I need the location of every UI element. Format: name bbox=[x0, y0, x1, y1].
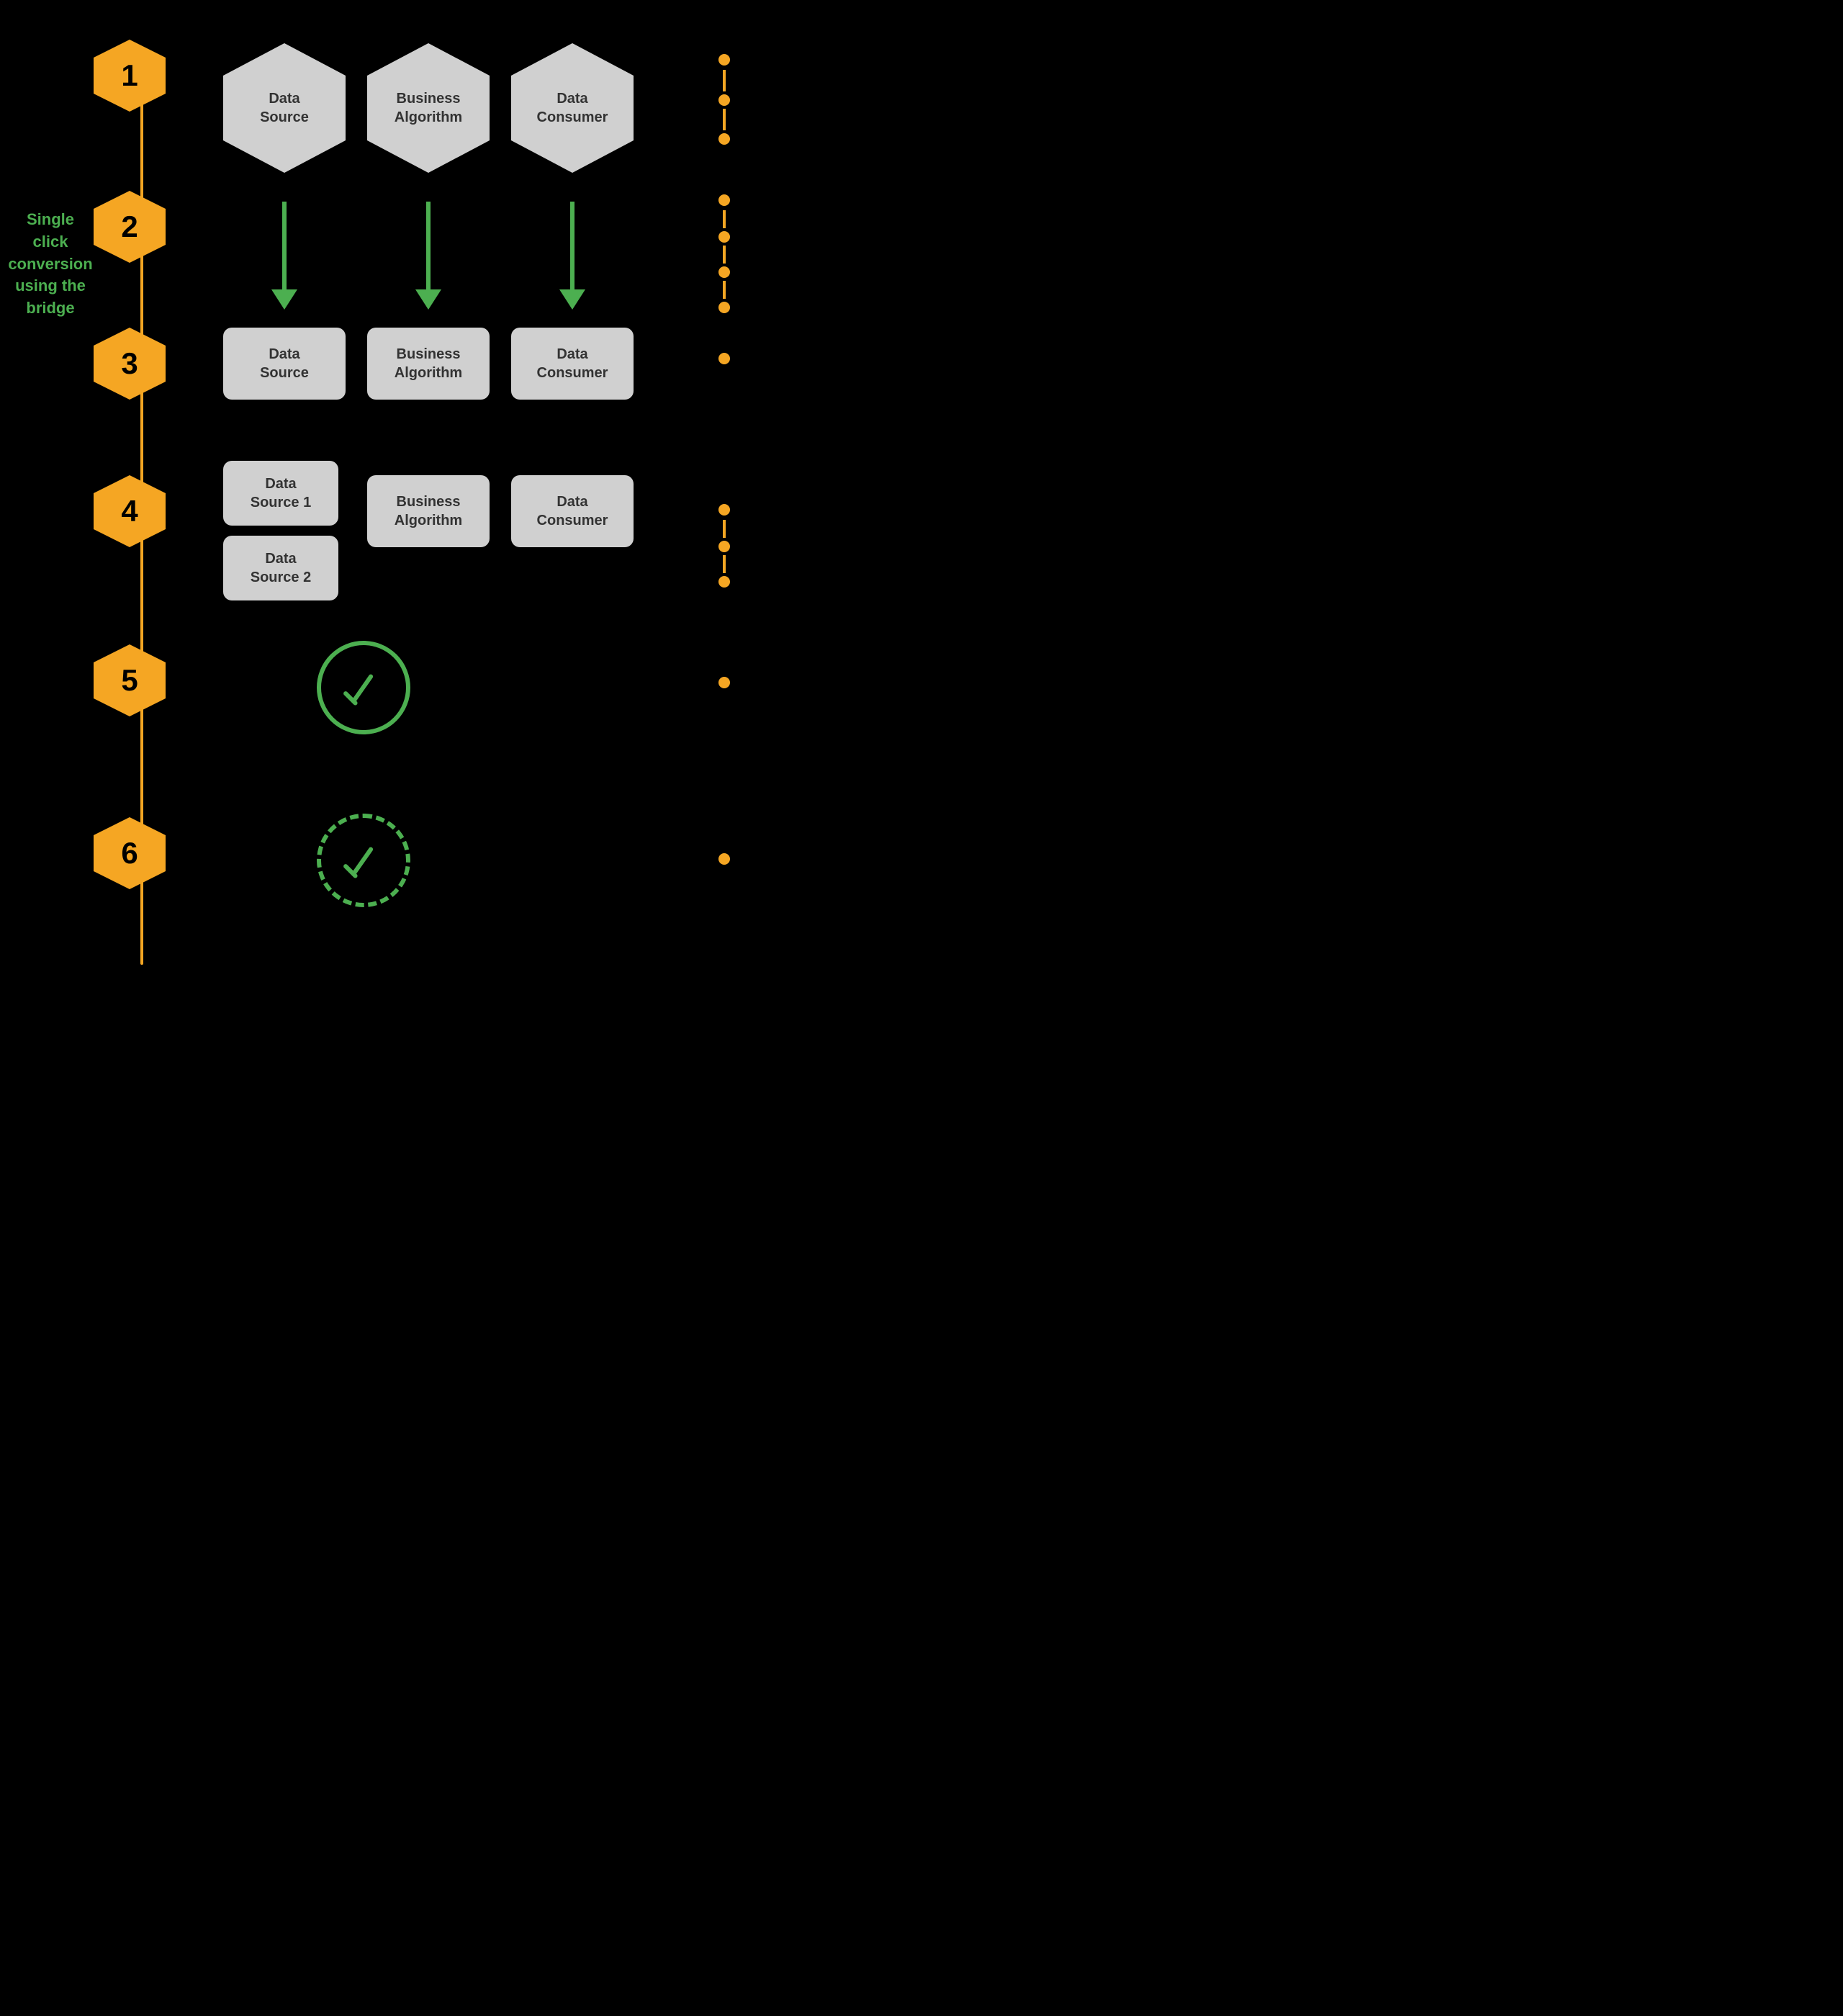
row4-right: BusinessAlgorithm DataConsumer bbox=[367, 475, 634, 547]
rect-business-algorithm: BusinessAlgorithm bbox=[367, 328, 490, 400]
step-3: 3 bbox=[94, 328, 166, 400]
hex-2: 2 bbox=[94, 191, 166, 263]
rect-data-consumer-4-label: DataConsumer bbox=[537, 492, 608, 530]
rect-business-algorithm-4-label: BusinessAlgorithm bbox=[395, 492, 462, 530]
arrow-shaft-2 bbox=[426, 202, 431, 289]
rdot-2d bbox=[718, 302, 730, 313]
step-6: 6 bbox=[94, 817, 166, 889]
hex-5: 5 bbox=[94, 644, 166, 716]
rdot-2a bbox=[718, 194, 730, 206]
right-dots-6 bbox=[717, 853, 731, 865]
right-dots-1 bbox=[717, 54, 731, 148]
arrow-head-1 bbox=[271, 289, 297, 310]
right-dots-4 bbox=[717, 504, 731, 590]
rdot-2c bbox=[718, 266, 730, 278]
rline-2c bbox=[723, 281, 726, 299]
rline-1a bbox=[723, 70, 726, 91]
step-1-number: 1 bbox=[121, 58, 138, 93]
rline-2b bbox=[723, 246, 726, 264]
rdot-1c bbox=[718, 133, 730, 145]
rect-data-consumer-4: DataConsumer bbox=[511, 475, 634, 547]
rline-2a bbox=[723, 210, 726, 228]
step-4-number: 4 bbox=[121, 494, 138, 528]
hex-data-consumer: DataConsumer bbox=[511, 43, 634, 173]
rect-data-source-2: DataSource 2 bbox=[223, 536, 338, 600]
hex-business-algorithm: BusinessAlgorithm bbox=[367, 43, 490, 173]
rdot-5a bbox=[718, 677, 730, 688]
side-label-line2: conversion bbox=[8, 255, 92, 273]
check-circle-5 bbox=[317, 641, 410, 734]
rdot-4a bbox=[718, 504, 730, 516]
step-3-number: 3 bbox=[121, 346, 138, 381]
arrow-2 bbox=[415, 202, 441, 310]
row1-hex-area: DataSource BusinessAlgorithm DataConsume… bbox=[223, 43, 677, 173]
arrow-col-2 bbox=[367, 202, 490, 310]
hex-data-consumer-label: DataConsumer bbox=[537, 89, 608, 127]
rline-1b bbox=[723, 109, 726, 130]
row5-check-area bbox=[317, 641, 410, 734]
side-label-line1: Single click bbox=[27, 210, 74, 251]
hex-4: 4 bbox=[94, 475, 166, 547]
rline-4a bbox=[723, 520, 726, 538]
rect-business-algorithm-label: BusinessAlgorithm bbox=[395, 345, 462, 382]
side-label: Single click conversion using the bridge bbox=[7, 209, 94, 320]
arrow-col-1 bbox=[223, 202, 346, 310]
arrow-col-3 bbox=[511, 202, 634, 310]
arrow-1 bbox=[271, 202, 297, 310]
rect-data-consumer-label: DataConsumer bbox=[537, 345, 608, 382]
hex-data-source-label: DataSource bbox=[260, 89, 309, 127]
arrow-head-3 bbox=[559, 289, 585, 310]
arrow-head-2 bbox=[415, 289, 441, 310]
rect-data-source-1-label: DataSource 1 bbox=[251, 474, 311, 512]
rdot-6a bbox=[718, 853, 730, 865]
rline-4b bbox=[723, 555, 726, 573]
rdot-4c bbox=[718, 576, 730, 588]
step-1: 1 bbox=[94, 40, 166, 112]
hex-data-source: DataSource bbox=[223, 43, 346, 173]
arrow-shaft-3 bbox=[570, 202, 574, 289]
rdot-1a bbox=[718, 54, 730, 66]
row3-rect-area: DataSource BusinessAlgorithm DataConsume… bbox=[223, 328, 677, 400]
checkmark-6 bbox=[341, 837, 387, 884]
arrow-3 bbox=[559, 202, 585, 310]
step-2-number: 2 bbox=[121, 210, 138, 244]
arrow-area bbox=[223, 202, 677, 310]
checkmark-5 bbox=[341, 665, 387, 711]
row4-sources: DataSource 1 DataSource 2 bbox=[223, 461, 338, 600]
rect-data-source-1: DataSource 1 bbox=[223, 461, 338, 526]
step-5-number: 5 bbox=[121, 663, 138, 698]
right-dots-3 bbox=[717, 353, 731, 364]
hex-6: 6 bbox=[94, 817, 166, 889]
row6-check-area bbox=[317, 814, 410, 907]
step-5: 5 bbox=[94, 644, 166, 716]
rect-data-source: DataSource bbox=[223, 328, 346, 400]
main-diagram: 1 2 3 4 5 6 Single click conversion usin… bbox=[0, 0, 763, 1008]
rdot-3a bbox=[718, 353, 730, 364]
hex-1: 1 bbox=[94, 40, 166, 112]
arrow-shaft-1 bbox=[282, 202, 287, 289]
step-2: 2 bbox=[94, 191, 166, 263]
rect-data-source-label: DataSource bbox=[260, 345, 309, 382]
rect-business-algorithm-4: BusinessAlgorithm bbox=[367, 475, 490, 547]
rect-data-consumer: DataConsumer bbox=[511, 328, 634, 400]
hex-business-algorithm-label: BusinessAlgorithm bbox=[395, 89, 462, 127]
hex-3: 3 bbox=[94, 328, 166, 400]
rdot-1b bbox=[718, 94, 730, 106]
rdot-2b bbox=[718, 231, 730, 243]
check-circle-6 bbox=[317, 814, 410, 907]
rdot-4b bbox=[718, 541, 730, 552]
step-6-number: 6 bbox=[121, 836, 138, 870]
step-4: 4 bbox=[94, 475, 166, 547]
right-dots-5 bbox=[717, 677, 731, 688]
rect-data-source-2-label: DataSource 2 bbox=[251, 549, 311, 587]
side-label-line3: using the bridge bbox=[15, 276, 86, 317]
right-dots-2 bbox=[717, 194, 731, 316]
